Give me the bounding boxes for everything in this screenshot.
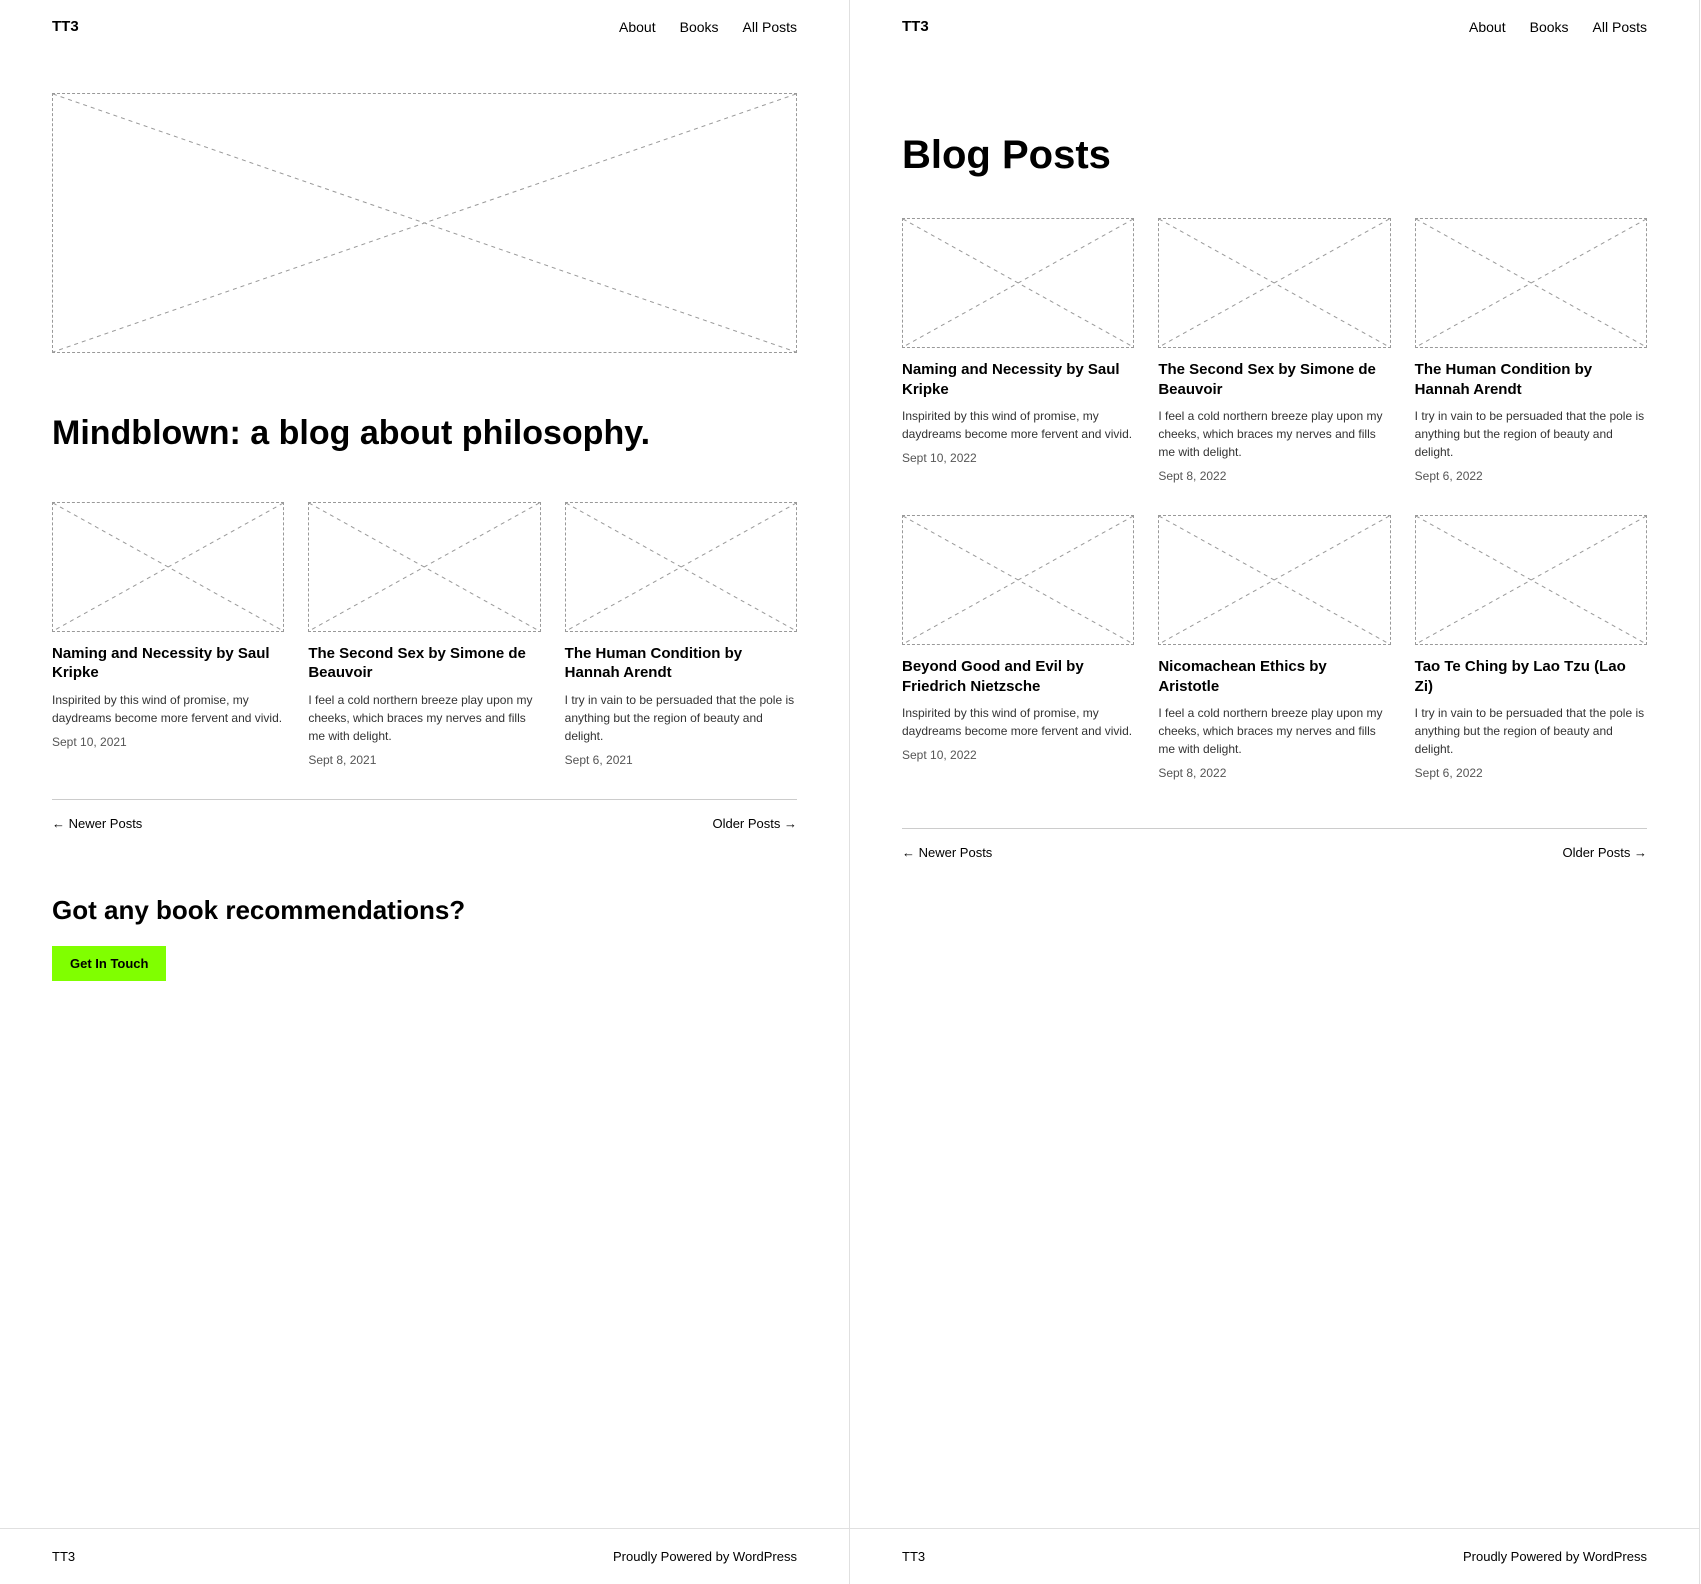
left-post-1-date: Sept 8, 2021: [308, 753, 540, 767]
right-post-0-date: Sept 10, 2022: [902, 451, 1134, 465]
right-footer: TT3 Proudly Powered by WordPress: [850, 1528, 1699, 1584]
right-nav-allposts[interactable]: All Posts: [1593, 19, 1647, 35]
left-logo[interactable]: TT3: [52, 18, 79, 35]
left-post-card-2: The Human Condition by Hannah Arendt I t…: [565, 502, 797, 767]
left-post-0-date: Sept 10, 2021: [52, 735, 284, 749]
right-post-0-image: [902, 218, 1134, 348]
right-post-5-date: Sept 6, 2022: [1415, 766, 1647, 780]
right-panel: TT3 About Books All Posts Blog Posts Nam…: [850, 0, 1700, 1584]
left-posts-grid: Naming and Necessity by Saul Kripke Insp…: [52, 502, 797, 767]
left-footer: TT3 Proudly Powered by WordPress: [0, 1528, 849, 1584]
right-post-3-excerpt: Inspirited by this wind of promise, my d…: [902, 704, 1134, 740]
right-post-3-image: [902, 515, 1134, 645]
right-older-posts[interactable]: Older Posts →: [1562, 845, 1647, 860]
left-post-0-title[interactable]: Naming and Necessity by Saul Kripke: [52, 644, 284, 683]
right-post-4-image: [1158, 515, 1390, 645]
blog-posts-title: Blog Posts: [902, 133, 1647, 178]
right-header: TT3 About Books All Posts: [850, 0, 1699, 53]
left-pagination: ← Newer Posts Older Posts →: [52, 799, 797, 847]
right-post-card-2: The Human Condition by Hannah Arendt I t…: [1415, 218, 1647, 483]
right-pagination: ← Newer Posts Older Posts →: [902, 828, 1647, 876]
right-post-1-date: Sept 8, 2022: [1158, 469, 1390, 483]
left-post-1-excerpt: I feel a cold northern breeze play upon …: [308, 691, 540, 745]
right-post-3-date: Sept 10, 2022: [902, 748, 1134, 762]
left-post-2-title[interactable]: The Human Condition by Hannah Arendt: [565, 644, 797, 683]
right-post-5-excerpt: I try in vain to be persuaded that the p…: [1415, 704, 1647, 758]
left-post-0-excerpt: Inspirited by this wind of promise, my d…: [52, 691, 284, 727]
right-post-2-title[interactable]: The Human Condition by Hannah Arendt: [1415, 360, 1647, 399]
left-header: TT3 About Books All Posts: [0, 0, 849, 53]
left-nav-allposts[interactable]: All Posts: [743, 19, 797, 35]
right-posts-grid-row2: Beyond Good and Evil by Friedrich Nietzs…: [902, 515, 1647, 780]
left-post-card-1: The Second Sex by Simone de Beauvoir I f…: [308, 502, 540, 767]
hero-title: Mindblown: a blog about philosophy.: [52, 413, 797, 454]
right-post-4-date: Sept 8, 2022: [1158, 766, 1390, 780]
left-newer-posts[interactable]: ← Newer Posts: [52, 816, 142, 831]
left-post-0-image: [52, 502, 284, 632]
right-newer-posts[interactable]: ← Newer Posts: [902, 845, 992, 860]
left-post-2-date: Sept 6, 2021: [565, 753, 797, 767]
right-post-2-excerpt: I try in vain to be persuaded that the p…: [1415, 407, 1647, 461]
right-post-5-image: [1415, 515, 1647, 645]
left-post-2-image: [565, 502, 797, 632]
left-nav-books[interactable]: Books: [680, 19, 719, 35]
right-post-1-image: [1158, 218, 1390, 348]
right-post-card-5: Tao Te Ching by Lao Tzu (Lao Zi) I try i…: [1415, 515, 1647, 780]
hero-image: [52, 93, 797, 353]
left-main: Mindblown: a blog about philosophy. Nami…: [0, 53, 849, 1528]
right-nav-books[interactable]: Books: [1530, 19, 1569, 35]
right-footer-logo: TT3: [902, 1549, 925, 1564]
right-post-1-excerpt: I feel a cold northern breeze play upon …: [1158, 407, 1390, 461]
right-post-card-1: The Second Sex by Simone de Beauvoir I f…: [1158, 218, 1390, 483]
left-post-1-title[interactable]: The Second Sex by Simone de Beauvoir: [308, 644, 540, 683]
cta-heading: Got any book recommendations?: [52, 895, 797, 926]
right-post-card-3: Beyond Good and Evil by Friedrich Nietzs…: [902, 515, 1134, 780]
right-posts-grid-row1: Naming and Necessity by Saul Kripke Insp…: [902, 218, 1647, 483]
left-panel: TT3 About Books All Posts Mindblown: a b…: [0, 0, 850, 1584]
left-post-1-image: [308, 502, 540, 632]
cta-section: Got any book recommendations? Get In Tou…: [52, 895, 797, 1041]
left-nav: About Books All Posts: [619, 19, 797, 35]
right-nav-about[interactable]: About: [1469, 19, 1506, 35]
left-post-card-0: Naming and Necessity by Saul Kripke Insp…: [52, 502, 284, 767]
right-main: Blog Posts Naming and Necessity by Saul …: [850, 53, 1699, 1528]
right-post-5-title[interactable]: Tao Te Ching by Lao Tzu (Lao Zi): [1415, 657, 1647, 696]
hero-image-svg: [53, 94, 796, 352]
left-post-2-excerpt: I try in vain to be persuaded that the p…: [565, 691, 797, 745]
right-post-2-image: [1415, 218, 1647, 348]
left-footer-credit: Proudly Powered by WordPress: [613, 1549, 797, 1564]
right-post-card-0: Naming and Necessity by Saul Kripke Insp…: [902, 218, 1134, 483]
right-footer-credit: Proudly Powered by WordPress: [1463, 1549, 1647, 1564]
left-nav-about[interactable]: About: [619, 19, 656, 35]
cta-button[interactable]: Get In Touch: [52, 946, 166, 981]
left-older-posts[interactable]: Older Posts →: [712, 816, 797, 831]
right-post-4-title[interactable]: Nicomachean Ethics by Aristotle: [1158, 657, 1390, 696]
right-post-0-title[interactable]: Naming and Necessity by Saul Kripke: [902, 360, 1134, 399]
right-post-3-title[interactable]: Beyond Good and Evil by Friedrich Nietzs…: [902, 657, 1134, 696]
right-post-4-excerpt: I feel a cold northern breeze play upon …: [1158, 704, 1390, 758]
right-logo[interactable]: TT3: [902, 18, 929, 35]
right-post-2-date: Sept 6, 2022: [1415, 469, 1647, 483]
right-nav: About Books All Posts: [1469, 19, 1647, 35]
right-post-card-4: Nicomachean Ethics by Aristotle I feel a…: [1158, 515, 1390, 780]
right-post-0-excerpt: Inspirited by this wind of promise, my d…: [902, 407, 1134, 443]
right-post-1-title[interactable]: The Second Sex by Simone de Beauvoir: [1158, 360, 1390, 399]
left-footer-logo: TT3: [52, 1549, 75, 1564]
